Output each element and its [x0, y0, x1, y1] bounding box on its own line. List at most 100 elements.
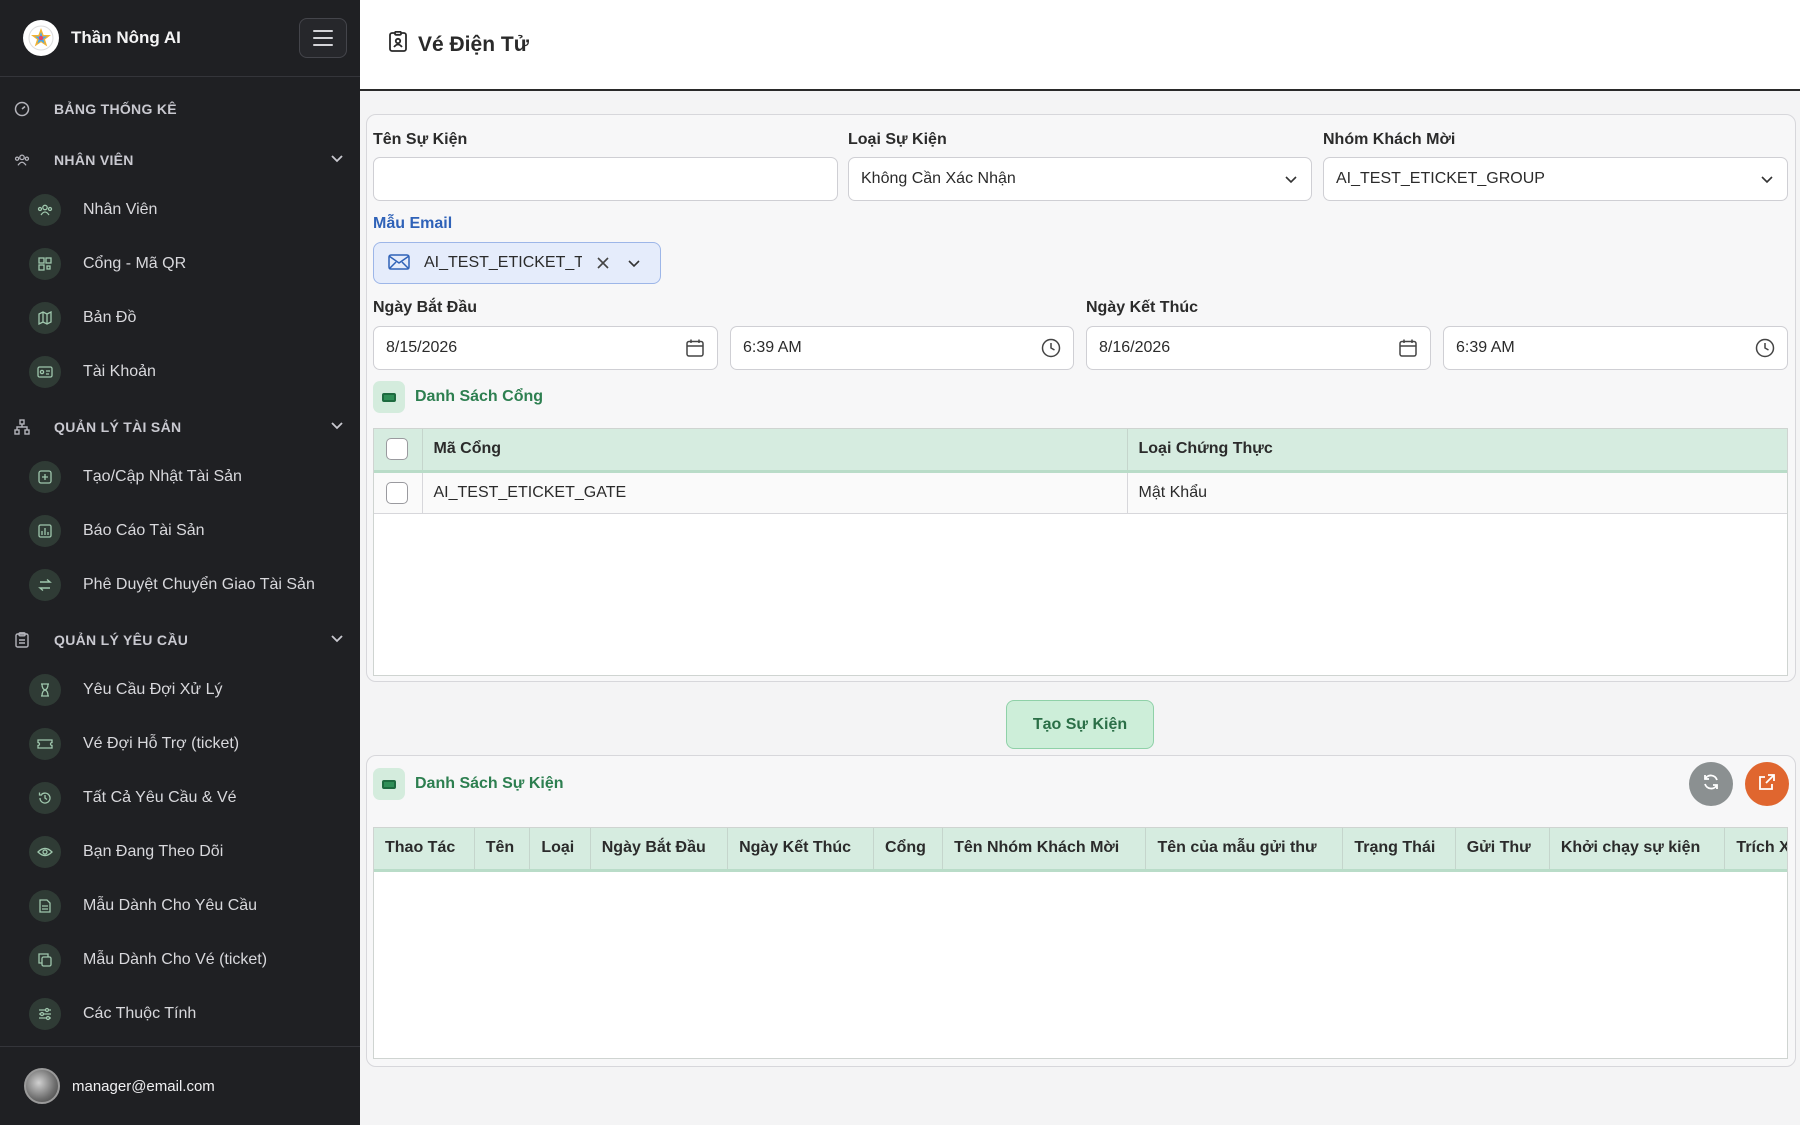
ticket-icon: [29, 728, 61, 760]
sidebar-item-label: Cổng - Mã QR: [83, 255, 187, 272]
guest-group-label: Nhóm Khách Mời: [1323, 131, 1456, 148]
gate-list-heading: Danh Sách Cổng: [373, 381, 543, 413]
chevron-down-icon[interactable]: [330, 151, 344, 170]
sidebar-item-asset-update[interactable]: Tạo/Cập Nhật Tài Sản: [0, 450, 360, 504]
sidebar-section-assets[interactable]: QUẢN LÝ TÀI SẢN: [0, 404, 360, 450]
select-all-checkbox[interactable]: [386, 438, 408, 461]
sidebar-item-asset-transfer[interactable]: Phê Duyệt Chuyển Giao Tài Sản: [0, 558, 360, 612]
create-event-button[interactable]: Tạo Sự Kiện: [1006, 700, 1154, 749]
chevron-down-icon[interactable]: [1759, 171, 1775, 187]
hamburger-menu-button[interactable]: [299, 18, 347, 58]
sidebar-item-label: Tạo/Cập Nhật Tài Sản: [83, 468, 242, 485]
ticket-icon: [373, 381, 405, 413]
sidebar-item-request-templates[interactable]: Mẫu Dành Cho Yêu Cầu: [0, 879, 360, 933]
sidebar-item-label: Tất Cả Yêu Cầu & Vé: [83, 789, 237, 806]
arrows-exchange-icon: [29, 569, 61, 601]
gate-code-cell: AI_TEST_ETICKET_GATE: [422, 471, 1128, 514]
col-name[interactable]: Tên: [474, 828, 531, 872]
chevron-down-icon[interactable]: [330, 631, 344, 650]
sidebar-section-requests[interactable]: QUẢN LÝ YÊU CẦU: [0, 617, 360, 663]
avatar[interactable]: [24, 1068, 60, 1104]
col-launch-event[interactable]: Khởi chạy sự kiện: [1549, 828, 1726, 872]
app-logo[interactable]: [23, 20, 59, 56]
brand-name: Thần Nông AI: [71, 28, 181, 47]
refresh-button[interactable]: [1689, 762, 1733, 806]
calendar-icon[interactable]: [1398, 338, 1418, 358]
sidebar-item-all-requests[interactable]: Tất Cả Yêu Cầu & Vé: [0, 771, 360, 825]
sidebar-item-map[interactable]: Bản Đồ: [0, 291, 360, 345]
col-send-mail[interactable]: Gửi Thư: [1455, 828, 1550, 872]
sidebar-section-label: QUẢN LÝ TÀI SẢN: [54, 419, 182, 435]
close-icon[interactable]: [596, 256, 610, 270]
sidebar-item-label: Mẫu Dành Cho Vé (ticket): [83, 951, 268, 968]
sidebar: Thần Nông AI BẢNG THỐNG KÊ NHÂN VIÊN Nhâ…: [0, 0, 360, 1125]
sidebar-item-attributes[interactable]: Các Thuộc Tính: [0, 987, 360, 1041]
user-email: manager@email.com: [72, 1077, 215, 1095]
col-email-template[interactable]: Tên của mẫu gửi thư: [1145, 828, 1344, 872]
sidebar-item-ticket-templates[interactable]: Mẫu Dành Cho Vé (ticket): [0, 933, 360, 987]
main-content: Vé Điện Tử Tên Sự Kiện Loại Sự Kiện Khôn…: [360, 0, 1800, 1125]
clock-icon[interactable]: [1755, 338, 1775, 358]
gate-table: Mã Cổng Loại Chứng Thực AI_TEST_ETICKET_…: [373, 428, 1788, 676]
col-actions[interactable]: Thao Tác: [374, 828, 475, 872]
sidebar-item-staff[interactable]: Nhân Viên: [0, 183, 360, 237]
sidebar-item-label: Mẫu Dành Cho Yêu Cầu: [83, 897, 258, 914]
col-auth-type[interactable]: Loại Chứng Thực: [1127, 429, 1787, 473]
sidebar-item-label: Báo Cáo Tài Sản: [83, 522, 205, 539]
history-icon: [29, 782, 61, 814]
sidebar-item-label: Vé Đợi Hỗ Trợ (ticket): [83, 735, 240, 752]
col-gate-code[interactable]: Mã Cổng: [422, 429, 1128, 473]
sidebar-section-label: BẢNG THỐNG KÊ: [54, 101, 177, 117]
event-type-select[interactable]: Không Cần Xác Nhận: [848, 157, 1312, 201]
chevron-down-icon[interactable]: [330, 418, 344, 437]
sidebar-section-label: NHÂN VIÊN: [54, 152, 134, 168]
sidebar-section-staff[interactable]: NHÂN VIÊN: [0, 137, 360, 183]
calendar-icon[interactable]: [685, 338, 705, 358]
sidebar-item-label: Bạn Đang Theo Dõi: [83, 843, 224, 860]
export-button[interactable]: [1745, 762, 1789, 806]
clock-icon[interactable]: [1041, 338, 1061, 358]
sidebar-footer[interactable]: manager@email.com: [0, 1046, 360, 1125]
sidebar-item-account[interactable]: Tài Khoản: [0, 345, 360, 399]
users-icon: [29, 194, 61, 226]
sidebar-item-asset-report[interactable]: Báo Cáo Tài Sản: [0, 504, 360, 558]
clipboard-icon: [14, 632, 30, 648]
row-checkbox[interactable]: [386, 481, 408, 504]
sidebar-section-label: QUẢN LÝ YÊU CẦU: [54, 632, 189, 648]
col-guest-group[interactable]: Tên Nhóm Khách Mời: [942, 828, 1147, 872]
event-name-input[interactable]: [373, 157, 838, 201]
hourglass-icon: [29, 674, 61, 706]
end-date-input[interactable]: 8/16/2026: [1086, 326, 1431, 370]
chevron-down-icon[interactable]: [626, 255, 642, 271]
sidebar-item-pending[interactable]: Yêu Cầu Đợi Xử Lý: [0, 663, 360, 717]
col-type[interactable]: Loại: [529, 828, 591, 872]
eye-icon: [29, 836, 61, 868]
sidebar-item-gate-qr[interactable]: Cổng - Mã QR: [0, 237, 360, 291]
start-date-input[interactable]: 8/15/2026: [373, 326, 718, 370]
sidebar-nav: BẢNG THỐNG KÊ NHÂN VIÊN Nhân Viên Cổng -…: [0, 77, 360, 1041]
col-gate[interactable]: Cổng: [873, 828, 944, 872]
col-start-date[interactable]: Ngày Bắt Đầu: [590, 828, 729, 872]
col-end-date[interactable]: Ngày Kết Thúc: [727, 828, 875, 872]
sidebar-item-label: Phê Duyệt Chuyển Giao Tài Sản: [83, 576, 315, 593]
guest-group-select[interactable]: AI_TEST_ETICKET_GROUP: [1323, 157, 1788, 201]
col-status[interactable]: Trạng Thái: [1342, 828, 1456, 872]
start-time-input[interactable]: 6:39 AM: [730, 326, 1074, 370]
email-template-select[interactable]: AI_TEST_ETICKET_TI: [373, 242, 661, 284]
chevron-down-icon[interactable]: [1283, 171, 1299, 187]
refresh-icon: [1701, 772, 1721, 797]
file-text-icon: [29, 890, 61, 922]
end-time-input[interactable]: 6:39 AM: [1443, 326, 1788, 370]
col-export[interactable]: Trích Xuất: [1724, 828, 1787, 872]
sidebar-item-support-ticket[interactable]: Vé Đợi Hỗ Trợ (ticket): [0, 717, 360, 771]
page-header: Vé Điện Tử: [360, 0, 1800, 91]
map-icon: [29, 302, 61, 334]
table-row[interactable]: AI_TEST_ETICKET_GATE Mật Khẩu: [374, 471, 1787, 514]
square-plus-icon: [29, 461, 61, 493]
sidebar-item-following[interactable]: Bạn Đang Theo Dõi: [0, 825, 360, 879]
sidebar-section-dashboard[interactable]: BẢNG THỐNG KÊ: [0, 86, 360, 132]
row-checkbox-cell: [374, 471, 423, 514]
sidebar-item-label: Nhân Viên: [83, 201, 158, 218]
event-table: Thao Tác Tên Loại Ngày Bắt Đầu Ngày Kết …: [373, 827, 1788, 1059]
event-type-label: Loại Sự Kiện: [848, 131, 947, 148]
